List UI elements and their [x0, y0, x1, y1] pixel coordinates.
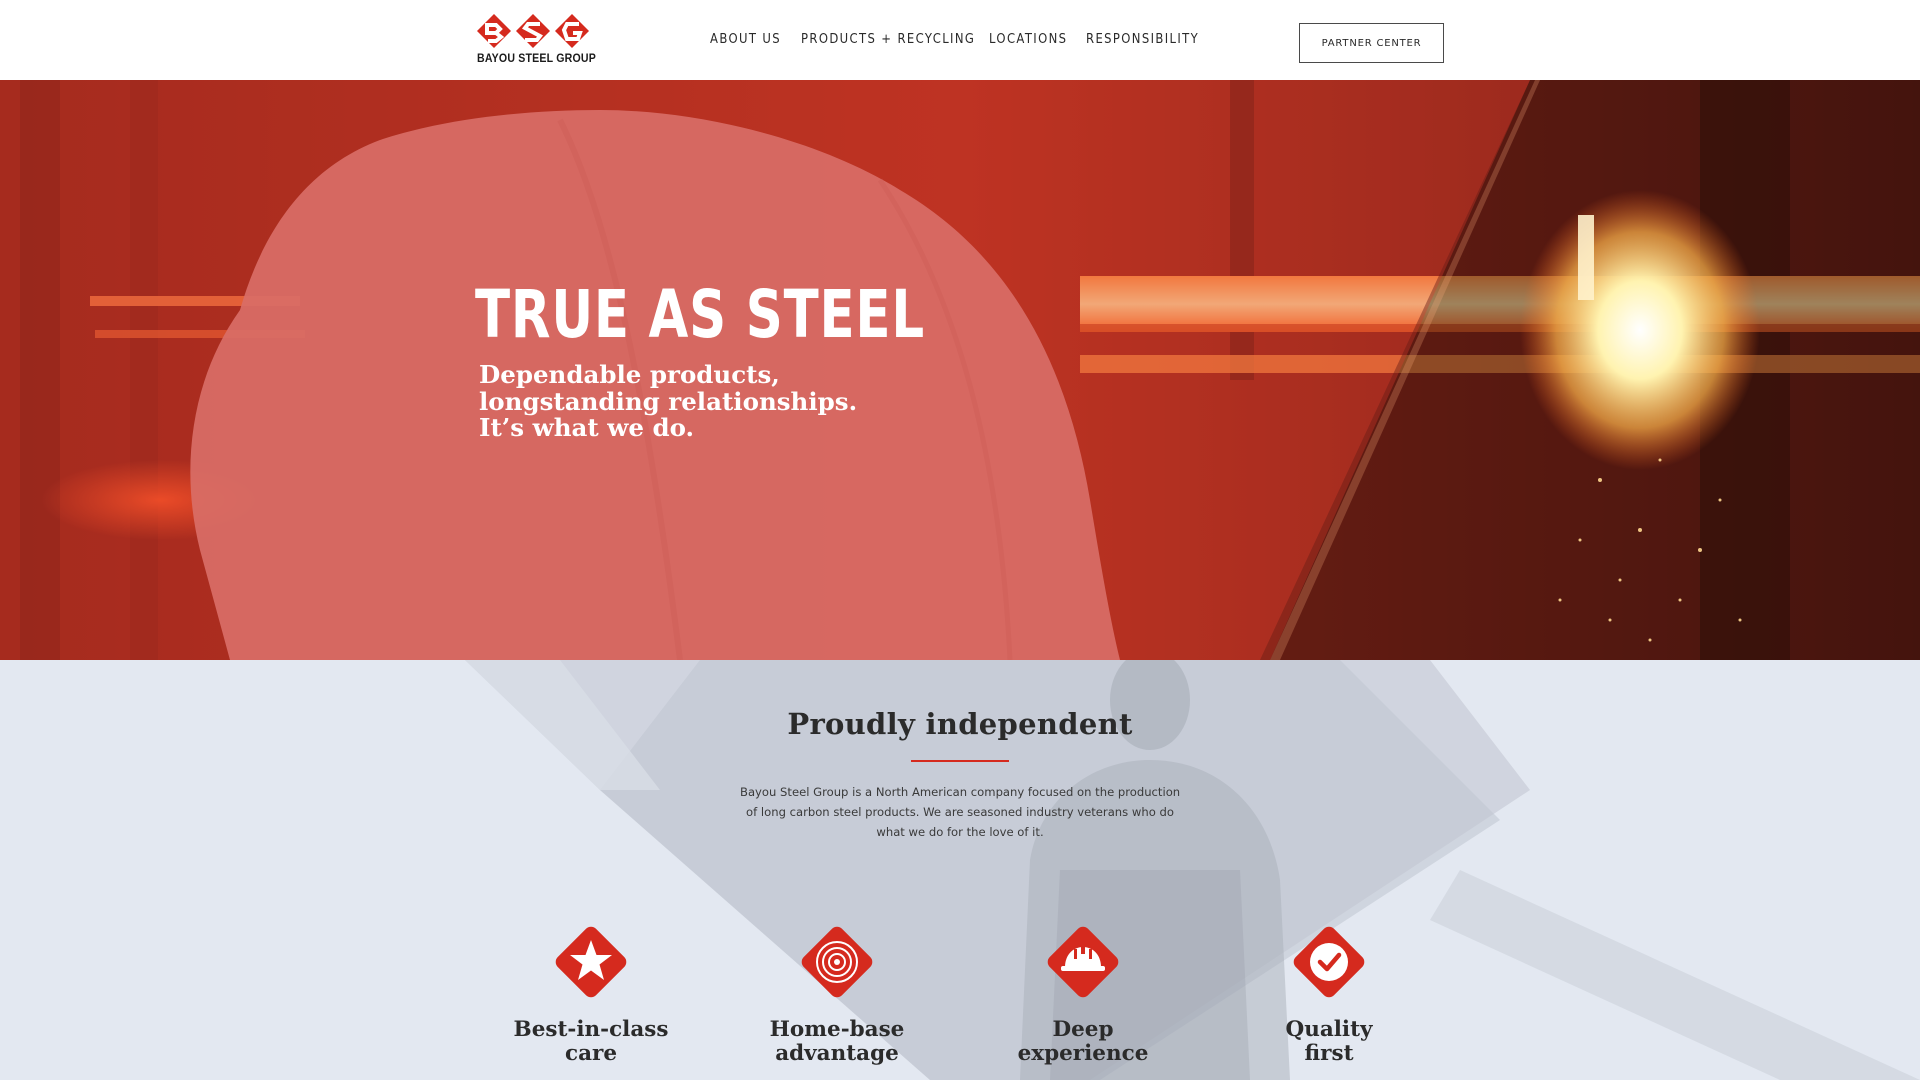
about-body-line: of long carbon steel products. We are se…	[746, 805, 1174, 819]
about-body: Bayou Steel Group is a North American co…	[740, 782, 1180, 842]
bsg-logo-mark	[477, 14, 589, 48]
feature-label-line: Quality	[1285, 1017, 1373, 1042]
logo-wordmark: BAYOU STEEL GROUP	[477, 53, 596, 65]
feature-label: Best-in-class care	[491, 1018, 691, 1066]
target-rings-icon	[801, 926, 873, 998]
feature-label: Home-base advantage	[737, 1018, 937, 1066]
feature-label-line: care	[564, 1041, 618, 1066]
partner-center-button[interactable]: PARTNER CENTER	[1299, 23, 1444, 63]
hero-title: TRUE AS STEEL	[475, 276, 925, 353]
hero-banner: TRUE AS STEEL Dependable products, longs…	[0, 80, 1920, 660]
hero-steel-mill-image	[0, 80, 1920, 660]
star-icon	[555, 926, 627, 998]
feature-label-line: experience	[1017, 1041, 1149, 1066]
about-heading: Proudly independent	[787, 707, 1133, 741]
nav-products-recycling[interactable]: PRODUCTS + RECYCLING	[801, 31, 975, 47]
feature-label-line: Best-in-class	[513, 1017, 669, 1042]
feature-label: Quality first	[1229, 1018, 1429, 1066]
hero-subtitle-line: It’s what we do.	[479, 413, 695, 442]
bsg-logo[interactable]: BAYOU STEEL GROUP	[476, 12, 596, 70]
heading-divider	[911, 760, 1009, 762]
feature-label-line: first	[1304, 1041, 1354, 1066]
nav-responsibility[interactable]: RESPONSIBILITY	[1086, 31, 1199, 47]
feature-label-line: Home-base	[769, 1017, 905, 1042]
feature-label: Deep experience	[983, 1018, 1183, 1066]
hard-hat-icon	[1047, 926, 1119, 998]
hero-subtitle-line: Dependable products,	[479, 360, 780, 389]
site-header: BAYOU STEEL GROUP ABOUT US PRODUCTS + RE…	[0, 0, 1920, 80]
nav-about-us[interactable]: ABOUT US	[710, 31, 781, 47]
checkmark-icon	[1293, 926, 1365, 998]
about-section: Proudly independent Bayou Steel Group is…	[0, 660, 1920, 1080]
feature-label-line: Deep	[1052, 1017, 1114, 1042]
about-body-line: what we do for the love of it.	[876, 825, 1044, 839]
hero-subtitle-line: longstanding relationships.	[479, 386, 858, 416]
hero-subtitle: Dependable products, longstanding relati…	[479, 360, 858, 442]
about-body-line: Bayou Steel Group is a North American co…	[740, 785, 1181, 799]
nav-locations[interactable]: LOCATIONS	[989, 31, 1067, 47]
feature-label-line: advantage	[775, 1041, 899, 1066]
